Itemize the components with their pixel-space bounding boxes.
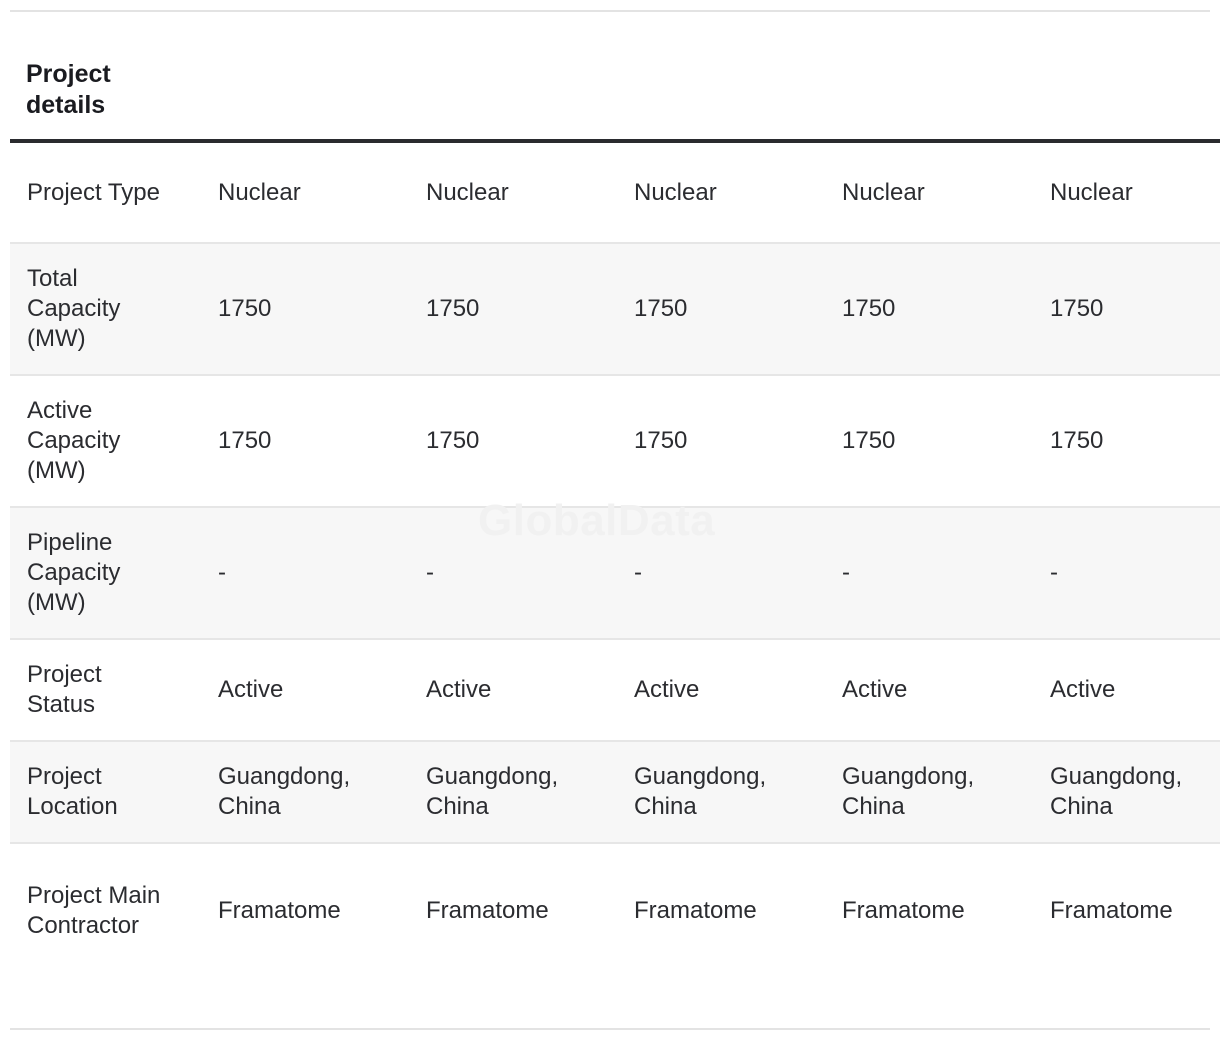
table-cell: 1750 [617, 375, 825, 508]
table-cell: 1750 [201, 375, 409, 508]
table-cell: Nuclear [201, 141, 409, 244]
row-label: Project Status [10, 639, 201, 742]
row-label: Project Location [10, 741, 201, 844]
table-cell: - [409, 507, 617, 640]
table-cell: Nuclear [617, 141, 825, 244]
row-label: Project Main Contractor [27, 881, 161, 939]
table-cell: 1750 [201, 243, 409, 376]
table-cell: Guangdong, China [1033, 741, 1220, 844]
table-row: Active Capacity (MW) 1750 1750 1750 1750… [10, 375, 1220, 508]
table-cell: 1750 [1033, 243, 1220, 376]
table-row: Project Location Guangdong, China Guangd… [10, 741, 1220, 844]
table-cell: 1750 [409, 375, 617, 508]
project-details-table: Project details Project Type Nuclear Nuc… [10, 12, 1220, 977]
table-cell: Active [825, 639, 1033, 742]
table-cell: Guangdong, China [201, 741, 409, 844]
bottom-divider [10, 1028, 1210, 1030]
table-cell: Guangdong, China [409, 741, 617, 844]
table-cell: 1750 [409, 243, 617, 376]
table-cell: 1750 [1033, 375, 1220, 508]
table-row: Project Status Active Active Active Acti… [10, 639, 1220, 742]
table-cell: 1750 [617, 243, 825, 376]
table-cell: Nuclear [1033, 141, 1220, 244]
row-label: Pipeline Capacity (MW) [10, 507, 201, 640]
table-cell: Active [617, 639, 825, 742]
table-cell: 1750 [825, 375, 1033, 508]
table-row: Project Type Nuclear Nuclear Nuclear Nuc… [10, 141, 1220, 244]
table-header-row: Project details [10, 12, 1220, 143]
table-row: Pipeline Capacity (MW) - - - - - [10, 507, 1220, 640]
table-cell: Framatome [634, 896, 757, 924]
table-cell: Framatome [218, 896, 341, 924]
row-label: Active Capacity (MW) [10, 375, 201, 508]
row-label: Total Capacity (MW) [10, 243, 201, 376]
table-cell: Active [201, 639, 409, 742]
table-cell: Guangdong, China [617, 741, 825, 844]
table-cell: Active [1033, 639, 1220, 742]
table-cell: - [201, 507, 409, 640]
table-cell: - [617, 507, 825, 640]
row-label: Project Type [10, 141, 201, 244]
table-row: Total Capacity (MW) 1750 1750 1750 1750 … [10, 243, 1220, 376]
table-cell: - [1033, 507, 1220, 640]
table-cell: - [825, 507, 1033, 640]
table-cell: Framatome [426, 896, 549, 924]
table-cell: Framatome [1050, 896, 1173, 924]
table-cell: Guangdong, China [825, 741, 1033, 844]
table-row: Project Main Contractor Framatome Framat… [10, 843, 1220, 977]
table-cell: Nuclear [409, 141, 617, 244]
table-title: Project details [10, 12, 201, 143]
table-cell: Active [409, 639, 617, 742]
table-cell: Framatome [842, 896, 965, 924]
table-cell: 1750 [825, 243, 1033, 376]
table-cell: Nuclear [825, 141, 1033, 244]
